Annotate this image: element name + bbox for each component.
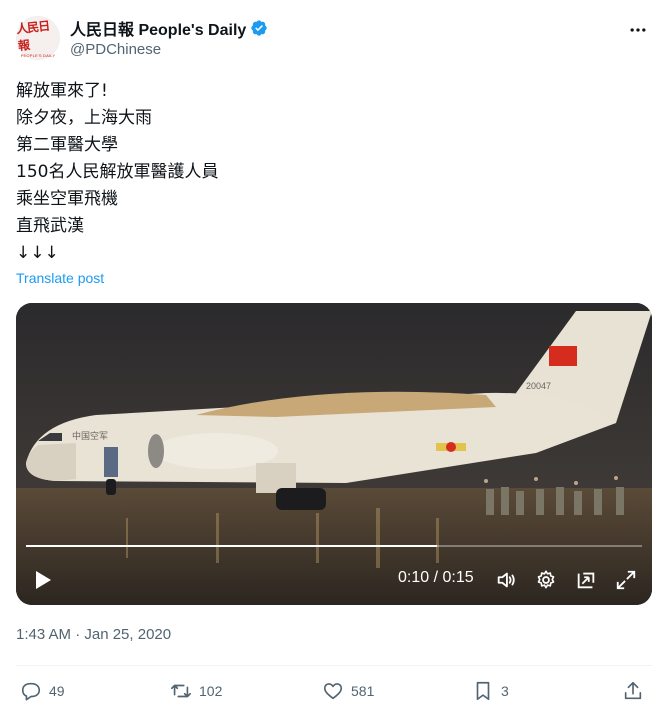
play-icon: [36, 571, 51, 589]
post-header: 人民日報 PEOPLE'S DAILY 人民日報 People's Daily …: [16, 14, 652, 66]
pip-icon: [577, 572, 595, 589]
like-count: 581: [351, 683, 375, 699]
avatar-logo-text: 人民日報: [15, 18, 50, 54]
video-progress-bar[interactable]: [26, 545, 642, 547]
divider: [16, 665, 652, 666]
verified-badge-icon[interactable]: [250, 19, 268, 37]
picture-in-picture-button[interactable]: [574, 567, 598, 593]
fullscreen-icon: [616, 570, 636, 590]
volume-icon: [497, 572, 515, 588]
video-frame: 20047 中国空军: [16, 303, 652, 605]
like-button[interactable]: 581: [322, 680, 374, 702]
video-time: 0:10 / 0:15: [398, 569, 474, 586]
gear-icon: [537, 570, 555, 589]
user-handle[interactable]: @PDChinese: [70, 41, 161, 58]
play-button[interactable]: [30, 567, 56, 593]
settings-button[interactable]: [534, 567, 558, 593]
video-player[interactable]: 20047 中国空军 0:10 / 0:15: [16, 303, 652, 605]
post-timestamp[interactable]: 1:43 AM · Jan 25, 2020: [16, 626, 171, 643]
repost-icon: [171, 684, 191, 698]
fullscreen-button[interactable]: [614, 567, 638, 593]
reply-button[interactable]: 49: [20, 680, 65, 702]
post-text-line: 除夕夜，上海大雨: [16, 108, 152, 128]
fuselage-text: 中国空军: [72, 430, 108, 442]
display-name[interactable]: 人民日報 People's Daily: [70, 16, 246, 40]
reply-count: 49: [49, 683, 65, 699]
bookmark-count: 3: [501, 683, 509, 699]
translate-post-link[interactable]: Translate post: [16, 270, 104, 286]
reply-icon: [21, 682, 41, 701]
heart-icon: [323, 683, 343, 700]
post-text-line: 乘坐空軍飛機: [16, 189, 118, 209]
repost-button[interactable]: 102: [170, 680, 222, 702]
video-progress-fill: [26, 545, 437, 547]
bookmark-button[interactable]: 3: [472, 680, 509, 702]
tail-number: 20047: [526, 381, 551, 391]
name-row: 人民日報 People's Daily: [70, 16, 268, 40]
post-text: 解放軍來了! 除夕夜，上海大雨 第二軍醫大學 150名人民解放軍醫護人員 乘坐空…: [16, 78, 636, 267]
avatar[interactable]: 人民日報 PEOPLE'S DAILY: [16, 16, 60, 60]
post-text-line: 直飛武漢: [16, 216, 84, 236]
more-options-icon[interactable]: [626, 18, 650, 42]
post-text-line: 第二軍醫大學: [16, 135, 118, 155]
share-button[interactable]: [622, 680, 644, 702]
volume-button[interactable]: [494, 567, 518, 593]
post-text-line: ↓↓↓: [16, 243, 59, 263]
post-text-line: 解放軍來了!: [16, 81, 108, 101]
share-icon: [624, 681, 642, 700]
bookmark-icon: [476, 681, 490, 701]
repost-count: 102: [199, 683, 223, 699]
action-bar: 49 102 581 3: [16, 676, 652, 708]
avatar-logo-subtext: PEOPLE'S DAILY: [20, 53, 56, 58]
post-text-line: 150名人民解放軍醫護人員: [16, 162, 219, 182]
